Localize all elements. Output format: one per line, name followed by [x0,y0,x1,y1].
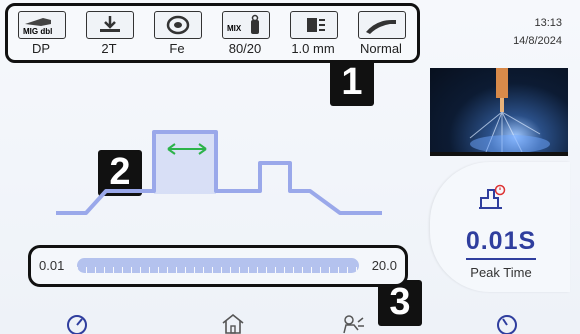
mig-dp-icon: MIG dbl [18,11,66,39]
torch-mode-icon [358,11,406,39]
peak-timer-icon [479,184,506,209]
peak-time-slider[interactable]: 0.01 20.0 [28,245,408,287]
speedometer-icon[interactable] [64,312,90,334]
waveform-line [56,130,382,215]
trigger-2t-icon [86,11,134,39]
gauge-icon[interactable] [494,312,520,334]
mig-icon-text: MIG dbl [23,27,52,36]
param-material[interactable]: Fe [146,11,208,59]
param-label: 1.0 mm [291,41,335,56]
param-label: Normal [360,41,402,56]
gas-mix-icon: MIX [222,11,270,39]
status-clock: 13:13 14/8/2024 [513,14,562,50]
wire-spool-icon [154,11,202,39]
param-mode[interactable]: MIG dbl DP [10,11,72,59]
gas-mix-icon-text: MIX [227,24,242,33]
time-text: 13:13 [534,17,562,29]
param-gas[interactable]: MIX 80/20 [214,11,276,59]
param-label: 2T [101,41,117,56]
param-label: DP [31,41,51,56]
param-label: Fe [169,41,185,56]
parameter-bar: MIG dbl DP 2T Fe MIX 80/20 1.0 mm Normal [5,3,420,63]
welder-screen: MIG dbl DP 2T Fe MIX 80/20 1.0 mm Normal… [0,0,580,334]
slider-track[interactable] [77,258,359,273]
peak-highlight [154,132,216,194]
param-trigger[interactable]: 2T [78,11,140,59]
param-wire-diameter[interactable]: 1.0 mm [282,11,344,59]
slider-ticks [77,267,359,273]
param-label: 80/20 [228,41,262,56]
peak-time-label: Peak Time [470,265,532,280]
peak-time-value: 0.01S [465,227,537,255]
date-text: 14/8/2024 [513,35,562,47]
param-torch-mode[interactable]: Normal [350,11,412,59]
weld-preview-image [430,68,568,156]
home-icon[interactable] [220,312,246,334]
pulse-waveform[interactable] [10,95,415,235]
slider-min: 0.01 [39,258,65,273]
peak-value-underline [466,258,536,260]
wire-diameter-icon [290,11,338,39]
welder-icon[interactable] [340,312,366,334]
slider-max: 20.0 [371,258,397,273]
